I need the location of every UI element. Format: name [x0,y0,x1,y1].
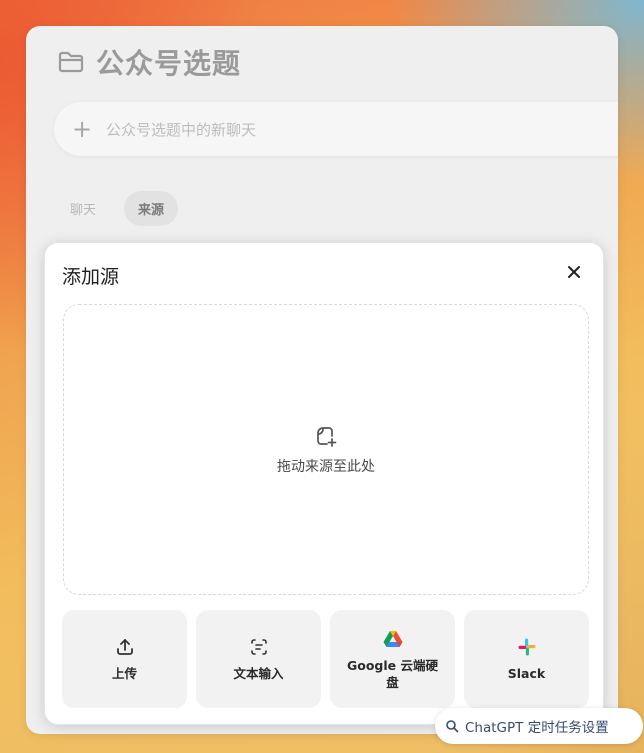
project-header: 公众号选题 [56,42,241,82]
tab-sources[interactable]: 来源 [124,191,179,226]
upload-label: 上传 [111,666,137,681]
dropzone-text: 拖动来源至此处 [277,458,375,475]
close-icon [566,264,582,284]
upload-icon [114,636,136,658]
project-title: 公众号选题 [96,47,242,80]
slack-button[interactable]: Slack [464,610,589,708]
dropzone[interactable]: 拖动来源至此处 [63,304,589,595]
google-drive-label: Google 云端硬盘 [347,657,438,690]
project-tabs: 聊天 来源 [56,191,179,226]
text-input-icon [248,636,270,658]
slack-label: Slack [507,666,546,681]
slack-icon [516,636,538,658]
google-drive-button[interactable]: Google 云端硬盘 [330,610,455,708]
tab-chat[interactable]: 聊天 [56,191,110,226]
chatgpt-task-badge[interactable]: ChatGPT 定时任务设置 [435,708,643,744]
modal-title: 添加源 [62,266,120,288]
upload-button[interactable]: 上传 [62,610,187,708]
close-button[interactable] [561,261,587,287]
new-chat-placeholder: 公众号选题中的新聊天 [106,120,257,139]
new-chat-input[interactable]: + 公众号选题中的新聊天 [54,102,618,156]
google-drive-icon [382,628,404,650]
add-file-icon [314,424,338,448]
source-options: 上传 文本输入 Google 云端硬盘 Slack [62,610,589,708]
badge-text: ChatGPT 定时任务设置 [465,720,609,736]
folder-icon [56,47,86,77]
plus-icon: + [72,115,93,143]
search-icon [445,719,459,733]
text-input-label: 文本输入 [233,666,284,681]
add-source-modal: 添加源 拖动来源至此处 上传 文本输入 Google 云端硬盘 Slack [44,242,604,725]
text-input-button[interactable]: 文本输入 [196,610,321,708]
